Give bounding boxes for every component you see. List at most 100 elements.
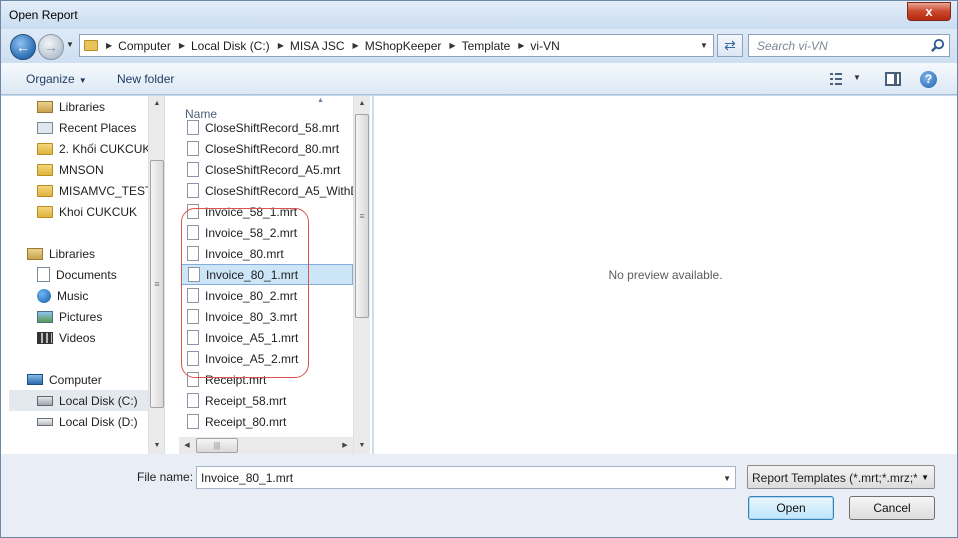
file-icon <box>187 183 199 198</box>
new-folder-button[interactable]: New folder <box>117 72 174 86</box>
file-item[interactable]: CloseShiftRecord_A5_WithD <box>181 180 353 201</box>
breadcrumb-arrow-icon[interactable]: ▶ <box>518 41 524 50</box>
file-item[interactable]: Invoice_58_2.mrt <box>181 222 353 243</box>
breadcrumb-misa-jsc[interactable]: MISA JSC <box>290 39 345 53</box>
file-type-select[interactable]: Report Templates (*.mrt;*.mrz;* ▼ <box>747 465 935 489</box>
file-item[interactable]: Invoice_80_3.mrt <box>181 306 353 327</box>
file-name: CloseShiftRecord_80.mrt <box>205 141 340 156</box>
file-item[interactable]: CloseShiftRecord_80.mrt <box>181 138 353 159</box>
nav-item-documents[interactable]: Documents <box>37 264 117 285</box>
help-icon[interactable]: ? <box>920 71 937 88</box>
file-name-field[interactable]: Invoice_80_1.mrt ▼ <box>196 466 736 489</box>
chevron-down-icon: ▼ <box>78 76 87 85</box>
file-item[interactable]: Invoice_58_1.mrt <box>181 201 353 222</box>
address-dropdown-icon[interactable]: ▼ <box>695 35 713 56</box>
title-bar[interactable]: Open Report x <box>1 1 957 29</box>
scroll-up-icon[interactable]: ▲ <box>354 96 370 112</box>
open-report-dialog: Open Report x ← → ▼ ▶ Computer ▶ Local D… <box>0 0 958 538</box>
file-icon <box>187 351 199 366</box>
nav-item-computer[interactable]: Computer <box>27 369 102 390</box>
file-icon <box>187 309 199 324</box>
cancel-button[interactable]: Cancel <box>849 496 935 520</box>
file-name-value[interactable]: Invoice_80_1.mrt <box>201 471 293 485</box>
recent-pages-dropdown-icon[interactable]: ▼ <box>66 40 76 54</box>
open-button[interactable]: Open <box>748 496 834 520</box>
breadcrumb-arrow-icon[interactable]: ▶ <box>106 41 112 50</box>
scroll-right-icon[interactable]: ▶ <box>337 437 353 454</box>
breadcrumb-mshopkeeper[interactable]: MShopKeeper <box>365 39 442 53</box>
file-item[interactable]: Invoice_A5_1.mrt <box>181 327 353 348</box>
breadcrumb-arrow-icon[interactable]: ▶ <box>278 41 284 50</box>
navigation-pane[interactable]: Libraries Recent Places 2. Khối CUKCUK M… <box>1 96 165 454</box>
documents-icon <box>37 267 50 282</box>
back-button[interactable]: ← <box>10 34 36 60</box>
address-bar[interactable]: ▶ Computer ▶ Local Disk (C:) ▶ MISA JSC … <box>79 34 714 57</box>
file-icon <box>187 141 199 156</box>
file-item-selected[interactable]: Invoice_80_1.mrt <box>181 264 353 285</box>
nav-item-khoi-cukcuk[interactable]: Khoi CUKCUK <box>37 201 137 222</box>
breadcrumb-arrow-icon[interactable]: ▶ <box>353 41 359 50</box>
file-name: Invoice_58_1.mrt <box>205 204 298 219</box>
file-name: Invoice_A5_1.mrt <box>205 330 299 345</box>
scroll-down-icon[interactable]: ▼ <box>149 438 164 454</box>
file-item[interactable]: Receipt.mrt <box>181 369 353 390</box>
file-item[interactable]: CloseShiftRecord_58.mrt <box>181 117 353 138</box>
preview-pane-icon[interactable] <box>885 72 901 86</box>
nav-item-label: Computer <box>49 372 102 387</box>
nav-item-music[interactable]: Music <box>37 285 88 306</box>
file-list-horizontal-scrollbar[interactable]: ◀ ||| ▶ <box>179 437 353 454</box>
file-name: Invoice_80.mrt <box>205 246 284 261</box>
scroll-up-icon[interactable]: ▲ <box>149 96 164 112</box>
scroll-down-icon[interactable]: ▼ <box>354 438 370 454</box>
file-item[interactable]: Invoice_80_2.mrt <box>181 285 353 306</box>
file-icon <box>187 372 199 387</box>
folder-icon <box>37 184 53 197</box>
file-item[interactable]: Invoice_80.mrt <box>181 243 353 264</box>
view-options-dropdown-icon[interactable]: ▼ <box>853 73 861 82</box>
nav-item-libraries[interactable]: Libraries <box>27 243 95 264</box>
scroll-thumb[interactable]: ||| <box>196 438 238 453</box>
file-name: Invoice_80_2.mrt <box>205 288 298 303</box>
nav-item-libraries-favorite[interactable]: Libraries <box>37 96 105 117</box>
organize-button[interactable]: Organize ▼ <box>26 72 87 86</box>
nav-item-khoi-cukcuk-2[interactable]: 2. Khối CUKCUK <box>37 138 150 159</box>
change-view-icon[interactable] <box>829 72 843 86</box>
breadcrumb-computer[interactable]: Computer <box>118 39 171 53</box>
nav-item-mnson[interactable]: MNSON <box>37 159 104 180</box>
search-input[interactable]: Search vi-VN <box>757 39 828 53</box>
nav-item-pictures[interactable]: Pictures <box>37 306 102 327</box>
file-item[interactable]: CloseShiftRecord_A5.mrt <box>181 159 353 180</box>
chevron-down-icon[interactable]: ▼ <box>723 474 731 483</box>
close-button[interactable]: x <box>907 2 951 21</box>
breadcrumb-arrow-icon[interactable]: ▶ <box>449 41 455 50</box>
scroll-thumb[interactable]: ≡ <box>150 160 164 408</box>
scroll-thumb[interactable]: ≡ <box>355 114 369 318</box>
search-icon[interactable] <box>930 38 945 53</box>
breadcrumb-vi-vn[interactable]: vi-VN <box>530 39 559 53</box>
nav-item-label: Libraries <box>59 99 106 114</box>
nav-pane-scrollbar[interactable]: ▲ ≡ ▼ <box>148 96 164 454</box>
file-item[interactable]: Invoice_A5_2.mrt <box>181 348 353 369</box>
file-list-scrollbar[interactable]: ▲ ≡ ▼ <box>353 96 370 454</box>
breadcrumb-arrow-icon[interactable]: ▶ <box>179 41 185 50</box>
file-name: CloseShiftRecord_A5.mrt <box>205 162 341 177</box>
scroll-left-icon[interactable]: ◀ <box>179 437 195 454</box>
nav-item-label: Local Disk (D:) <box>59 414 138 429</box>
breadcrumb-local-disk[interactable]: Local Disk (C:) <box>191 39 270 53</box>
nav-item-misamvc-test[interactable]: MISAMVC_TEST_ <box>37 180 159 201</box>
file-item[interactable]: Receipt_58.mrt <box>181 390 353 411</box>
file-icon <box>187 393 199 408</box>
folder-icon <box>37 163 53 176</box>
file-list[interactable]: ▲ Name CloseShiftRecord_58.mrt CloseShif… <box>165 96 372 454</box>
nav-item-recent-places[interactable]: Recent Places <box>37 117 136 138</box>
breadcrumb-template[interactable]: Template <box>462 39 511 53</box>
nav-item-videos[interactable]: Videos <box>37 327 95 348</box>
nav-item-local-disk-c[interactable]: Local Disk (C:) <box>9 390 157 411</box>
dialog-footer: File name: Invoice_80_1.mrt ▼ Report Tem… <box>1 454 957 537</box>
refresh-button[interactable]: ⇄ <box>717 34 743 57</box>
chevron-down-icon[interactable]: ▼ <box>921 473 929 482</box>
forward-button[interactable]: → <box>38 34 64 60</box>
nav-item-local-disk-d[interactable]: Local Disk (D:) <box>37 411 138 432</box>
file-item[interactable]: Receipt_80.mrt <box>181 411 353 432</box>
search-box[interactable]: Search vi-VN <box>748 34 950 57</box>
